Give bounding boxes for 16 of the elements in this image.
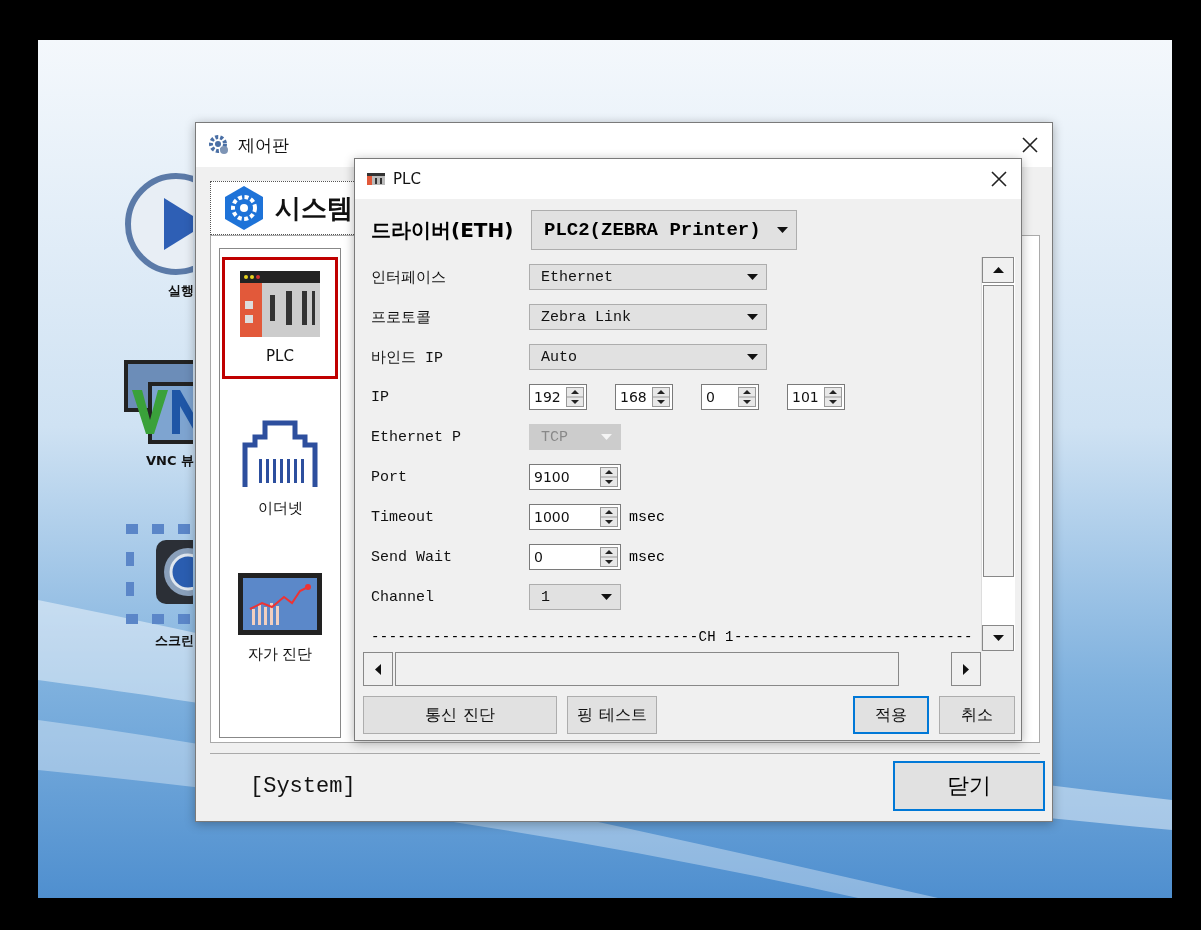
field-label: Ethernet P [371,428,462,446]
field-label: 인터페이스 [371,268,447,287]
dialog-title: PLC [393,170,422,188]
field-label: Port [371,468,408,486]
field-label: 바인드 IP [371,348,444,367]
section-label: [System] [250,773,356,799]
unit-label: msec [629,548,665,566]
field-label: Timeout [371,508,435,526]
channel-separator: -------------------------------------CH 1--------------------------- [371,628,974,647]
window-title: 제어판 [238,133,290,157]
unit-label: msec [629,508,665,526]
field-label: 프로토콜 [371,308,432,327]
field-label: IP [371,388,390,406]
field-label: Send Wait [371,548,453,566]
field-label: Channel [371,588,435,606]
driver-label: 드라이버(ETH) [371,216,515,244]
